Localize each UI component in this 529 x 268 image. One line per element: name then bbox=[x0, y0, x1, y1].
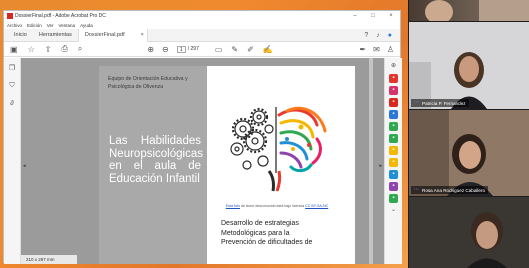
share-user-icon[interactable]: ♙ bbox=[387, 45, 394, 54]
zoom-in-icon[interactable]: ⊕ bbox=[389, 62, 398, 71]
tab-tools[interactable]: Herramientas bbox=[33, 29, 78, 42]
organize-pages-icon[interactable]: ▪ bbox=[389, 122, 398, 131]
department-text: Equipo de Orientación Educativa y Psicol… bbox=[108, 76, 188, 90]
tab-document-label: DossierFinal.pdf bbox=[84, 31, 125, 38]
bookmark-star-icon[interactable]: ☆ bbox=[28, 45, 35, 54]
tab-home[interactable]: Inicio bbox=[8, 29, 33, 42]
participant-name: Rosa Ana Rodriguez Caballero bbox=[422, 187, 486, 193]
title-line: Las Habilidades bbox=[109, 135, 201, 147]
sign-icon[interactable]: ✍ bbox=[263, 45, 273, 54]
vertical-scrollbar[interactable] bbox=[369, 58, 373, 264]
video-call-screen: DossierFinal.pdf - Adobe Acrobat Pro DC … bbox=[0, 0, 529, 268]
fill-sign-tool-icon[interactable]: ▪ bbox=[389, 170, 398, 179]
image-caption: Esta foto de Autor desconocido está bajo… bbox=[219, 204, 335, 208]
more-tools-icon[interactable]: ⌄ bbox=[389, 206, 398, 215]
participant-video bbox=[409, 197, 529, 268]
participant-tile[interactable] bbox=[409, 197, 529, 268]
save-icon[interactable]: ▣ bbox=[10, 45, 18, 54]
more-options-icon[interactable]: ··· bbox=[414, 100, 419, 106]
minimize-button[interactable]: – bbox=[346, 13, 364, 19]
brain-illustration bbox=[217, 99, 335, 199]
page-total: / 297 bbox=[187, 46, 199, 52]
print-icon[interactable]: ⎙ bbox=[61, 44, 67, 54]
fill-sign-icon[interactable]: ✒ bbox=[359, 45, 366, 54]
account-icon[interactable]: ● bbox=[388, 32, 392, 39]
participant-tile[interactable]: ··· Rosa Ana Rodriguez Caballero bbox=[409, 110, 529, 196]
subtitle-line: Prevención de dificultades de bbox=[221, 239, 313, 246]
pdf-page: Equipo de Orientación Educativa y Psicol… bbox=[99, 66, 355, 264]
title-line: Educación Infantil bbox=[109, 172, 200, 185]
edit-pdf-icon[interactable]: ▪ bbox=[389, 98, 398, 107]
menu-edicion[interactable]: Edición bbox=[27, 23, 42, 28]
participant-tile[interactable]: ··· Patricia P. Fernandez bbox=[409, 22, 529, 109]
page-number-input[interactable]: 1 bbox=[176, 45, 186, 53]
subtitle-line: Desarrollo de estrategias bbox=[221, 220, 299, 227]
participant-name-tag: ··· Patricia P. Fernandez bbox=[411, 99, 469, 107]
title-bar: DossierFinal.pdf - Adobe Acrobat Pro DC … bbox=[4, 11, 400, 21]
stamp-tool-icon[interactable]: ▪ bbox=[389, 158, 398, 167]
highlight-icon[interactable]: ✐ bbox=[247, 45, 254, 54]
participant-video bbox=[409, 110, 529, 196]
create-pdf-icon[interactable]: ▪ bbox=[389, 86, 398, 95]
caption-text: de Autor desconocido está bajo licencia bbox=[240, 204, 306, 208]
window-title: DossierFinal.pdf - Adobe Acrobat Pro DC bbox=[15, 13, 106, 19]
search-icon[interactable]: ⌕ bbox=[78, 44, 82, 54]
participant-video bbox=[425, 0, 529, 21]
caption-license-link[interactable]: CC BY-SA-NC bbox=[305, 204, 328, 208]
comment-icon[interactable]: ▭ bbox=[215, 45, 223, 54]
menu-ver[interactable]: Ver bbox=[47, 23, 54, 28]
collapse-left-icon[interactable]: ◂ bbox=[23, 163, 26, 169]
menu-archivo[interactable]: Archivo bbox=[7, 23, 22, 28]
title-line: en el aula de bbox=[109, 160, 201, 172]
menu-ventana[interactable]: Ventana bbox=[59, 23, 76, 28]
tab-document[interactable]: DossierFinal.pdf × bbox=[77, 28, 148, 42]
combine-files-icon[interactable]: ▪ bbox=[389, 110, 398, 119]
page-up-icon[interactable]: ⊕ bbox=[147, 45, 154, 54]
close-button[interactable]: × bbox=[382, 13, 400, 19]
upload-icon[interactable]: ⇧ bbox=[45, 45, 52, 54]
page-navigator: 1 / 297 bbox=[176, 45, 199, 53]
toolbar: ▣ ☆ ⇧ ⎙ ⌕ ⊕ ⊖ 1 / 297 ▭ ✎ ✐ ✍ ✒ ✉ ♙ bbox=[4, 42, 400, 57]
email-icon[interactable]: ✉ bbox=[373, 45, 380, 54]
page-down-icon[interactable]: ⊖ bbox=[162, 45, 169, 54]
comment-tool-icon[interactable]: ▪ bbox=[389, 146, 398, 155]
document-subtitle: Desarrollo de estrategias Metodológicas … bbox=[221, 219, 346, 248]
copy-pages-icon[interactable]: ❐ bbox=[9, 64, 15, 72]
bookmarks-icon[interactable]: ⛉ bbox=[9, 82, 14, 90]
help-icon[interactable]: ? bbox=[364, 32, 368, 39]
print-production-icon[interactable]: ▪ bbox=[389, 194, 398, 203]
document-viewer[interactable]: ◂ Equipo de Orientación Educativa y Psic… bbox=[21, 58, 384, 264]
collapse-right-icon[interactable]: ▸ bbox=[379, 163, 382, 169]
document-title: Las Habilidades Neuropsicológicas en el … bbox=[109, 135, 203, 185]
left-navigation-rail: ❐ ⛉ ∂ bbox=[4, 58, 21, 264]
right-tools-rail: ⊕ ▪ ▪ ▪ ▪ ▪ ▪ ▪ ▪ ▪ ▪ ▪ ⌄ bbox=[384, 58, 402, 264]
maximize-button[interactable]: □ bbox=[364, 13, 382, 19]
page-size-indicator: 210 x 297 mm bbox=[21, 255, 77, 264]
participant-tile[interactable] bbox=[409, 0, 529, 21]
export-pdf-icon[interactable]: ▪ bbox=[389, 74, 398, 83]
participant-name: Patricia P. Fernandez bbox=[422, 100, 466, 106]
participant-video bbox=[409, 22, 529, 109]
tab-bar: Inicio Herramientas DossierFinal.pdf × ?… bbox=[4, 28, 400, 42]
bell-icon[interactable]: ♪ bbox=[376, 32, 380, 39]
acrobat-app-icon bbox=[7, 13, 13, 19]
menu-ayuda[interactable]: Ayuda bbox=[80, 23, 93, 28]
export-excel-icon[interactable]: ▪ bbox=[389, 134, 398, 143]
subtitle-line: Metodológicas para la bbox=[221, 229, 290, 237]
attachment-icon[interactable]: ∂ bbox=[10, 100, 13, 107]
send-sign-icon[interactable]: ▪ bbox=[389, 182, 398, 191]
participant-name-tag: ··· Rosa Ana Rodriguez Caballero bbox=[411, 186, 489, 194]
acrobat-window: DossierFinal.pdf - Adobe Acrobat Pro DC … bbox=[3, 10, 402, 264]
more-options-icon[interactable]: ··· bbox=[414, 187, 419, 193]
pen-icon[interactable]: ✎ bbox=[231, 45, 238, 54]
document-workspace: ❐ ⛉ ∂ ◂ Equipo de Orientación Educativa … bbox=[4, 58, 402, 264]
caption-photo-link[interactable]: Esta foto bbox=[226, 204, 240, 208]
title-line: Neuropsicológicas bbox=[109, 147, 203, 160]
close-tab-icon[interactable]: × bbox=[141, 29, 144, 42]
